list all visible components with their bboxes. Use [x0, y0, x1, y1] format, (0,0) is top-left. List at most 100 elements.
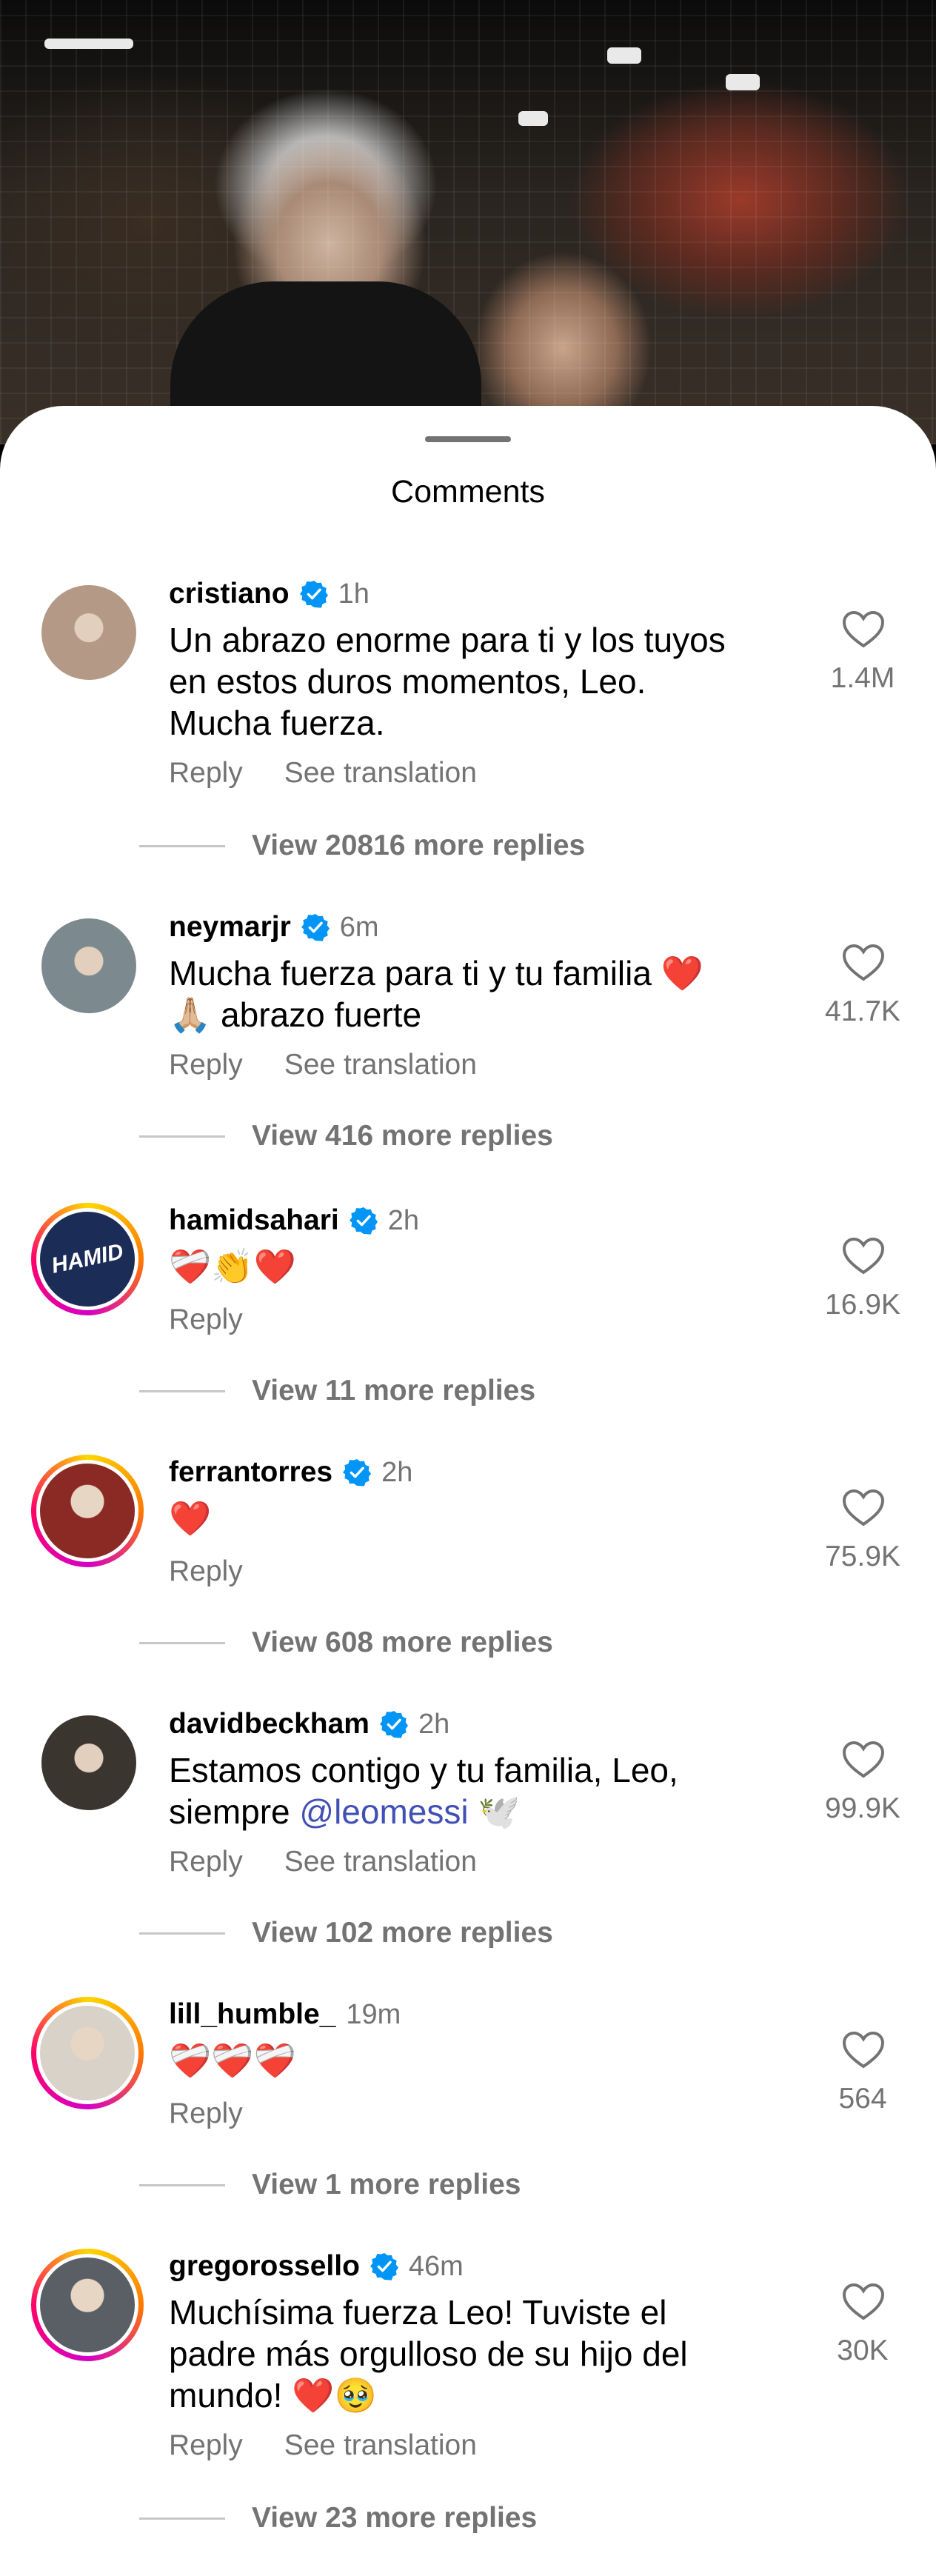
heart-icon[interactable] [832, 610, 895, 649]
avatar [40, 1464, 135, 1558]
comment-timestamp: 2h [381, 1456, 413, 1488]
comment-header: gregorossello 46m [169, 2250, 464, 2283]
replies-divider-line [139, 2517, 225, 2520]
username-link[interactable]: lill_humble_ [169, 1998, 335, 2031]
avatar[interactable] [41, 1715, 136, 1810]
comment-timestamp: 1h [338, 578, 370, 610]
reply-button[interactable]: Reply [169, 1846, 243, 1878]
view-more-replies-button[interactable]: View 23 more replies [139, 2502, 537, 2535]
avatar-logo-text: HAMID [49, 1239, 126, 1278]
drag-handle[interactable] [425, 436, 511, 442]
comment-actions: Reply See translation [169, 757, 518, 790]
avatar[interactable] [41, 918, 136, 1013]
see-translation-button[interactable]: See translation [284, 1846, 477, 1878]
view-more-replies-label: View 608 more replies [252, 1626, 553, 1658]
see-translation-button[interactable]: See translation [284, 2429, 477, 2461]
avatar-story-ring[interactable] [31, 2249, 144, 2361]
avatar-story-ring[interactable]: HAMID [31, 1203, 144, 1315]
verified-badge-icon [370, 1710, 408, 1738]
see-translation-button[interactable]: See translation [284, 757, 477, 789]
comment-timestamp: 46m [408, 2250, 464, 2282]
avatar[interactable] [41, 585, 136, 680]
verified-badge-icon [290, 580, 328, 608]
like-count: 75.9K [825, 1541, 900, 1572]
comment-text: ❤️‍🩹❤️‍🩹❤️‍🩹 [169, 2040, 783, 2081]
reply-button[interactable]: Reply [169, 1555, 243, 1587]
username-link[interactable]: cristiano [169, 578, 290, 610]
reply-button[interactable]: Reply [169, 2098, 243, 2129]
comment-timestamp: 2h [418, 1708, 450, 1740]
comment-text-line: padre más orgulloso de su hijo del [169, 2335, 688, 2373]
comment-timestamp: 6m [339, 911, 379, 943]
comment-text: Un abrazo enorme para ti y los tuyos en e… [169, 619, 783, 744]
username-link[interactable]: neymarjr [169, 911, 291, 944]
username-link[interactable]: hamidsahari [169, 1204, 339, 1237]
like-count: 1.4M [830, 662, 895, 694]
comment-header: hamidsahari 2h [169, 1204, 419, 1237]
view-more-replies-button[interactable]: View 416 more replies [139, 1120, 553, 1152]
avatar [40, 2258, 135, 2352]
view-more-replies-label: View 102 more replies [252, 1917, 553, 1949]
view-more-replies-button[interactable]: View 102 more replies [139, 1917, 553, 1949]
comment-text-fragment: siempre [169, 1792, 300, 1831]
like-count: 30K [837, 2335, 889, 2366]
comment-text: Mucha fuerza para ti y tu familia ❤️ 🙏🏼 a… [169, 952, 783, 1035]
replies-divider-line [139, 1389, 225, 1392]
view-more-replies-button[interactable]: View 608 more replies [139, 1626, 553, 1659]
comment-text: Muchísima fuerza Leo! Tuviste el padre má… [169, 2292, 783, 2416]
replies-divider-line [139, 1135, 225, 1138]
comment-actions: Reply [169, 1555, 284, 1588]
see-translation-button[interactable]: See translation [284, 1049, 477, 1081]
like-count: 16.9K [825, 1289, 900, 1321]
username-link[interactable]: ferrantorres [169, 1456, 332, 1489]
heart-icon[interactable] [832, 1741, 895, 1779]
reply-button[interactable]: Reply [169, 1049, 243, 1081]
view-more-replies-label: View 23 more replies [252, 2502, 538, 2534]
view-more-replies-button[interactable]: View 11 more replies [139, 1375, 535, 1407]
verified-badge-icon [360, 2252, 398, 2280]
replies-divider-line [139, 1932, 225, 1935]
like-count: 99.9K [825, 1792, 900, 1824]
view-more-replies-button[interactable]: View 1 more replies [139, 2169, 521, 2201]
comment-text-line: ❤️ [169, 1499, 212, 1538]
avatar-story-ring[interactable] [31, 1997, 144, 2109]
comment-text-line: Estamos contigo y tu familia, Leo, [169, 1751, 678, 1789]
avatar: HAMID [40, 1212, 135, 1307]
verified-badge-icon [339, 1207, 378, 1235]
view-more-replies-label: View 11 more replies [252, 1375, 536, 1407]
comment-text-line: mundo! ❤️🥹 [169, 2376, 377, 2415]
sheet-title: Comments [391, 474, 545, 510]
replies-divider-line [139, 1641, 225, 1644]
comment-timestamp: 19m [346, 1998, 401, 2030]
view-more-replies-button[interactable]: View 20816 more replies [139, 830, 585, 862]
ceiling-light [607, 47, 641, 64]
mention-link[interactable]: @leomessi [299, 1792, 468, 1831]
avatar-image: HAMID [40, 1212, 135, 1307]
comment-header: davidbeckham 2h [169, 1708, 449, 1741]
comment-text-line: Mucha fuerza para ti y tu familia ❤️ [169, 954, 704, 992]
avatar-story-ring[interactable] [31, 1455, 144, 1567]
ceiling-light [518, 111, 548, 126]
heart-icon[interactable] [832, 1237, 895, 1275]
replies-divider-line [139, 2183, 225, 2186]
username-link[interactable]: gregorossello [169, 2250, 360, 2283]
heart-icon[interactable] [832, 2031, 895, 2069]
heart-icon[interactable] [832, 1489, 895, 1527]
heart-icon[interactable] [832, 2283, 895, 2321]
username-link[interactable]: davidbeckham [169, 1708, 370, 1741]
ceiling-light [726, 74, 760, 90]
reply-button[interactable]: Reply [169, 1304, 243, 1335]
ceiling-light [44, 39, 133, 49]
like-count: 41.7K [825, 995, 900, 1027]
comment-text-line: en estos duros momentos, Leo. [169, 662, 646, 701]
comment-header: neymarjr 6m [169, 911, 379, 944]
verified-badge-icon [291, 913, 330, 941]
avatar-image [40, 1464, 135, 1558]
reply-button[interactable]: Reply [169, 2429, 243, 2461]
heart-icon[interactable] [832, 944, 895, 982]
reply-button[interactable]: Reply [169, 757, 243, 789]
view-more-replies-label: View 1 more replies [252, 2169, 521, 2200]
comment-actions: Reply [169, 2098, 284, 2130]
avatar-image [40, 2006, 135, 2100]
comment-actions: Reply [169, 1304, 284, 1336]
